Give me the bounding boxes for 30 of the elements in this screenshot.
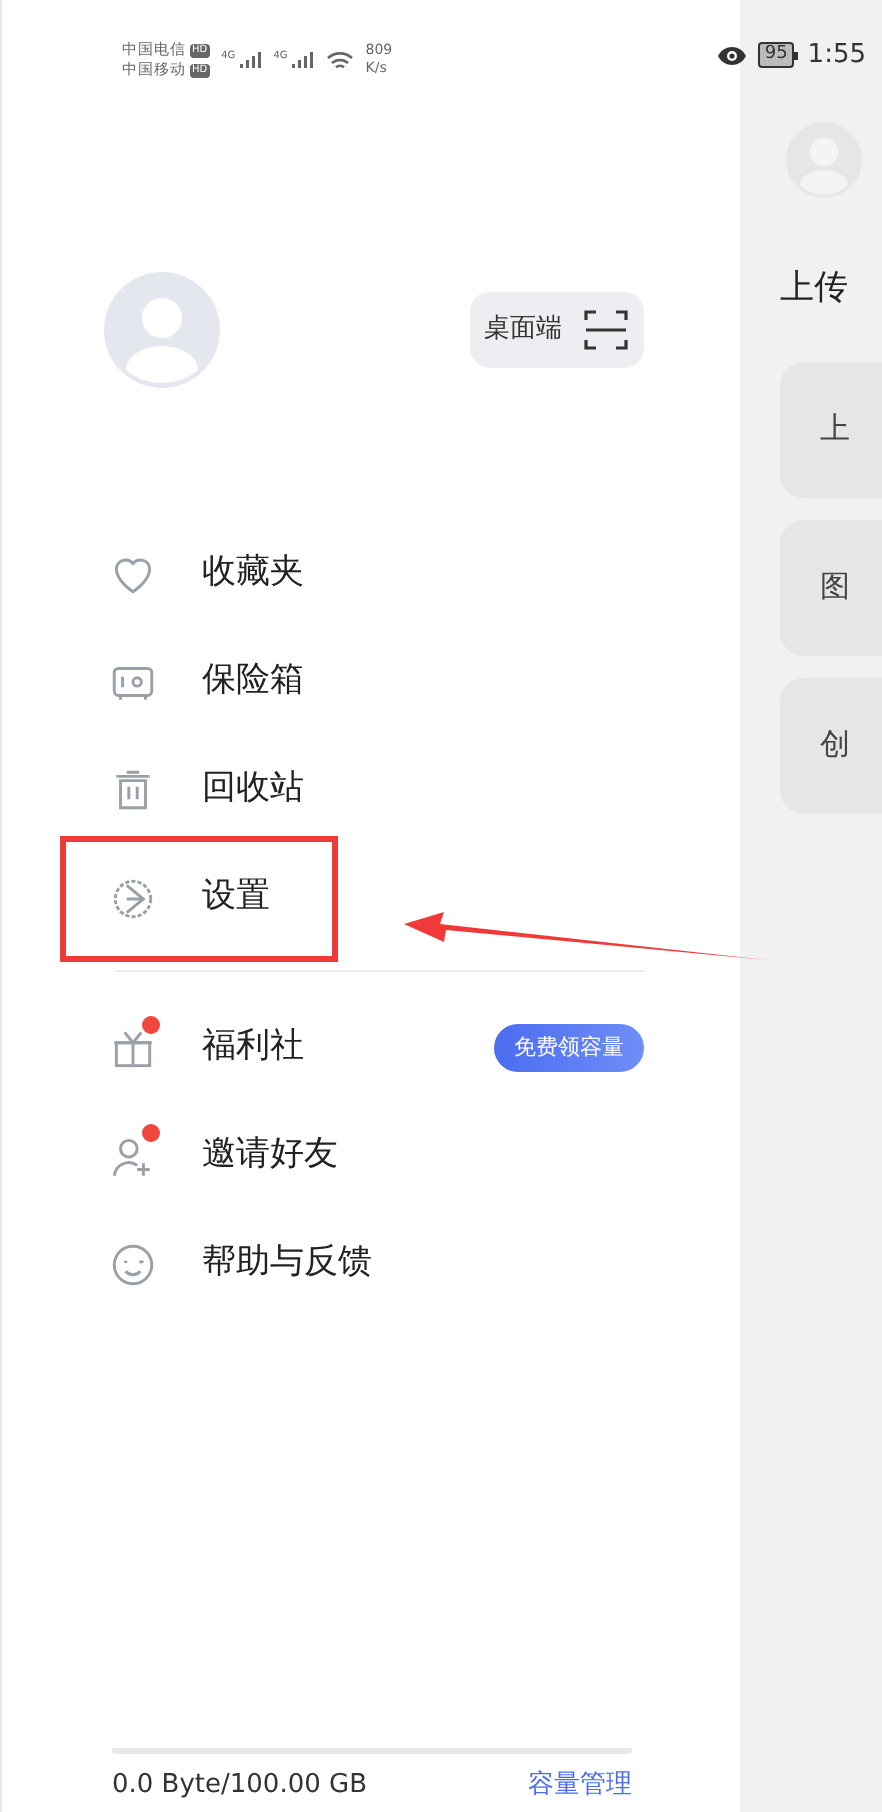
menu-item[interactable]: 回收站	[104, 736, 644, 844]
menu-item[interactable]: 福利社 免费领容量	[104, 994, 644, 1102]
promo-tag[interactable]: 免费领容量	[494, 1023, 644, 1073]
menu-item[interactable]: 保险箱	[104, 628, 644, 736]
page-heading: 上传	[780, 266, 850, 312]
menu-label: 收藏夹	[202, 550, 304, 597]
menu-item[interactable]: 设置	[104, 844, 644, 952]
capacity-link[interactable]: 容量管理	[528, 1765, 632, 1804]
action-card[interactable]: 图	[780, 519, 882, 655]
desktop-button[interactable]: 桌面端	[470, 292, 644, 368]
menu-item[interactable]: 收藏夹	[104, 520, 644, 628]
scan-icon	[582, 306, 630, 354]
signal-icon	[289, 50, 314, 70]
storage-usage: 0.0 Byte/100.00 GB	[112, 1767, 368, 1803]
menu-item[interactable]: 邀请好友	[104, 1102, 644, 1210]
menu-label: 福利社	[202, 1024, 304, 1071]
wifi-icon	[325, 49, 354, 71]
menu-label: 保险箱	[202, 658, 304, 705]
clock-time: 1:55	[807, 38, 866, 74]
menu-label: 帮助与反馈	[202, 1240, 372, 1287]
smile-icon	[107, 1239, 157, 1289]
avatar-icon[interactable]	[102, 270, 222, 390]
menu-label: 设置	[202, 874, 270, 921]
menu-label: 回收站	[202, 766, 304, 813]
action-card[interactable]: 上	[780, 361, 882, 497]
menu-label: 邀请好友	[202, 1132, 338, 1179]
menu-item[interactable]: 帮助与反馈	[104, 1210, 644, 1318]
battery-level: 95	[758, 42, 794, 69]
action-card[interactable]: 创	[780, 677, 882, 813]
signal-icon	[237, 50, 262, 70]
